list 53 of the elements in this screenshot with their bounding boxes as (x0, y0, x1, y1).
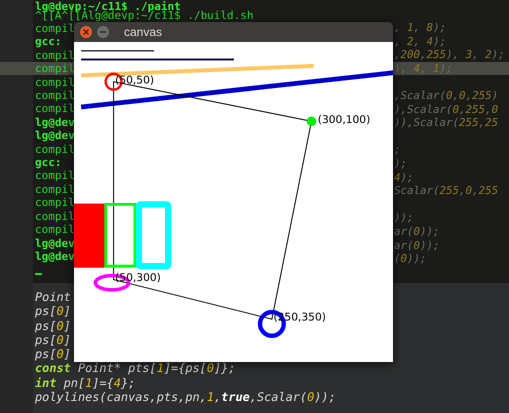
minimize-icon (100, 31, 106, 33)
terminal-line: compil (35, 210, 75, 224)
terminal-line: gcc: (35, 156, 62, 170)
code-line: , 2, 4); (394, 34, 446, 48)
terminal-line: lg@dev (35, 129, 75, 143)
minimize-button[interactable] (97, 26, 109, 38)
code-line: ,200,255), 3, 2); (394, 48, 505, 62)
terminal-line: compil (35, 102, 75, 116)
code-line: )),Scalar(255,25 (394, 116, 498, 130)
code-line: Scalar(255,0,255 (394, 184, 498, 198)
code-line: ar(0)); (394, 224, 440, 238)
code-line: ps[0] (35, 332, 71, 348)
terminal-line: compil (35, 142, 75, 156)
code-line: ); (394, 156, 408, 171)
close-icon (83, 29, 89, 35)
code-line: ar(0)); (394, 238, 440, 252)
code-line: ),Scalar(0,255,0 (394, 102, 498, 116)
code-line: ,Scalar(0,0,255) (394, 88, 498, 103)
rectangle-outline (104, 203, 136, 268)
terminal-line: compil (35, 223, 75, 236)
terminal-line: compil (35, 62, 75, 76)
terminal-line: compil (35, 22, 75, 36)
code-line: 4); (394, 170, 414, 184)
terminal-line: gcc: (35, 35, 62, 49)
code-line: polylines(canvas,pts,pn,1,true,Scalar(0)); (35, 390, 336, 404)
point-label: (300,100) (318, 112, 370, 126)
code-line: ), 4, 1); (394, 62, 453, 76)
terminal-line: compil (35, 196, 75, 210)
thick-rectangle-outline (136, 201, 172, 270)
code-line: ; (394, 143, 401, 157)
terminal-line: compil (35, 169, 75, 183)
terminal-line: compil (35, 48, 75, 62)
terminal-line: compil (35, 76, 75, 90)
filled-dot (306, 116, 316, 126)
code-line: , 1, 8); (394, 21, 446, 35)
window-title: canvas (124, 24, 162, 41)
terminal-line: lg@dev (35, 250, 75, 264)
terminal-line: lg@dev (35, 236, 75, 250)
terminal-line: ^[[A^[[Alg@devp:~/c11$ ./build.sh (35, 10, 254, 22)
code-line: const Point* pts[1]={ps[0]}; (35, 361, 236, 376)
terminal-line: lg@dev (35, 116, 75, 130)
terminal-line: lg@devp:~/c11$ ./paint (35, 0, 181, 10)
code-line: )); (394, 211, 414, 225)
terminal-line: compil (35, 89, 75, 102)
code-line: int pn[1]={4}; (35, 376, 136, 390)
terminal-cursor (35, 273, 42, 275)
close-button[interactable] (80, 26, 92, 38)
code-line: ps[0] (35, 318, 71, 333)
code-line: (0)); (394, 252, 427, 266)
terminal-line: compil (35, 182, 75, 196)
code-line: Point (35, 290, 71, 304)
code-line: ps[0] (35, 347, 71, 362)
code-line: ps[0] (35, 304, 71, 319)
